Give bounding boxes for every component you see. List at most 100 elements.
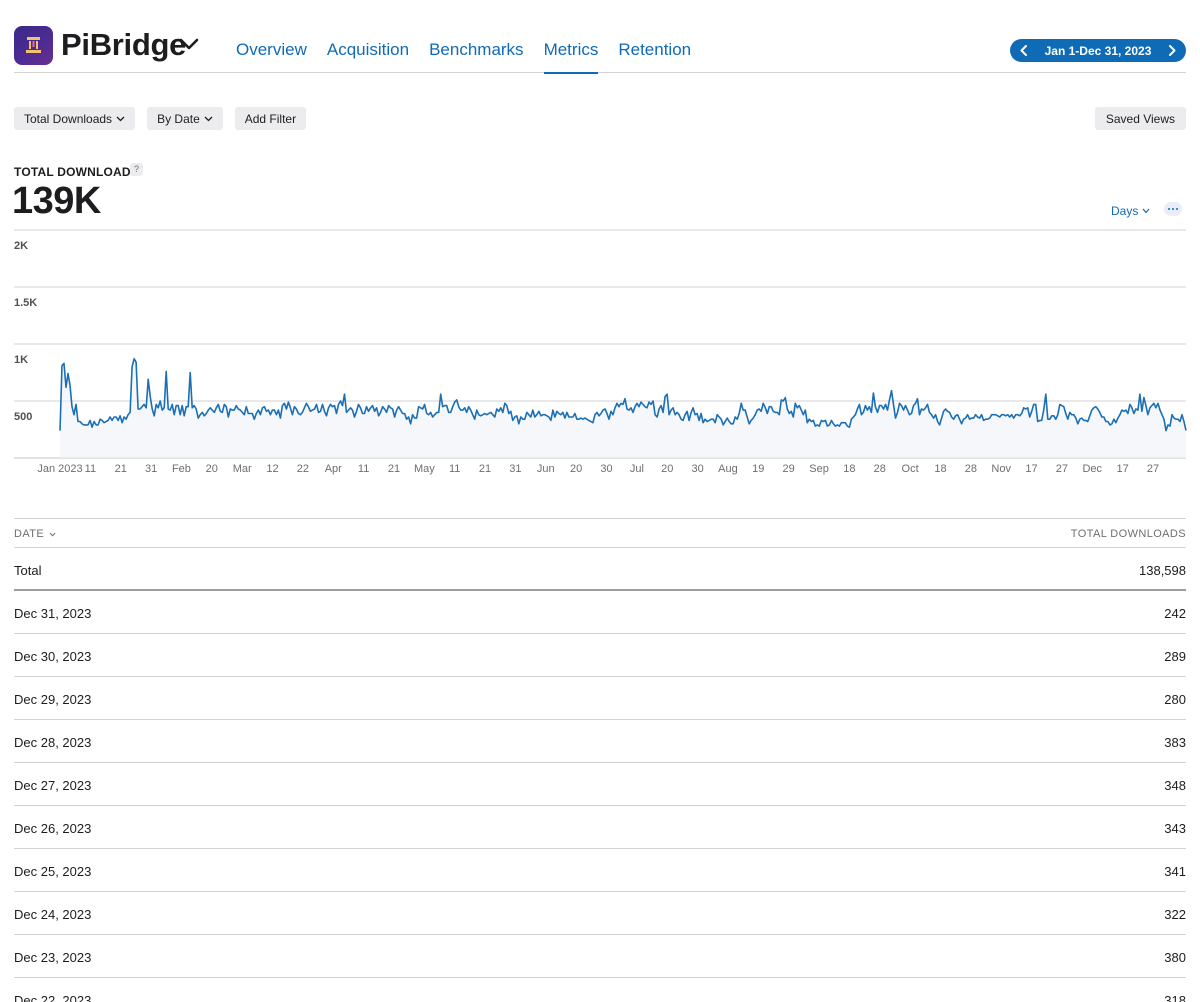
- x-tick-label: Dec: [1082, 463, 1102, 475]
- x-tick-label: 27: [1147, 463, 1159, 475]
- app-icon[interactable]: [14, 26, 53, 65]
- row-date: Dec 28, 2023: [14, 735, 92, 750]
- x-tick-label: Feb: [172, 463, 191, 475]
- x-tick-label: Nov: [991, 463, 1011, 475]
- more-options-button[interactable]: [1164, 202, 1182, 216]
- x-tick-label: 31: [145, 463, 157, 475]
- x-tick-label: 20: [206, 463, 218, 475]
- table-row: Dec 26, 2023 343: [14, 806, 1186, 849]
- date-range-picker: Jan 1-Dec 31, 2023: [1010, 39, 1186, 62]
- x-tick-label: 18: [843, 463, 855, 475]
- downloads-table: DATE TOTAL DOWNLOADS Total 138,598 Dec 3…: [14, 518, 1186, 1002]
- x-tick-label: 17: [1117, 463, 1129, 475]
- row-date: Dec 26, 2023: [14, 821, 92, 836]
- series-area: [60, 358, 1186, 458]
- table-total-row: Total 138,598: [14, 548, 1186, 591]
- downloads-column-header[interactable]: TOTAL DOWNLOADS: [1071, 528, 1186, 540]
- x-tick-label: 20: [570, 463, 582, 475]
- tab-benchmarks[interactable]: Benchmarks: [429, 40, 523, 73]
- x-tick-label: 19: [752, 463, 764, 475]
- y-tick-label: 1.5K: [14, 297, 37, 309]
- x-tick-label: 18: [934, 463, 946, 475]
- x-tick-label: 27: [1056, 463, 1068, 475]
- table-row: Dec 22, 2023 318: [14, 978, 1186, 1002]
- chevron-right-icon[interactable]: [1166, 44, 1178, 57]
- total-label: Total: [14, 563, 42, 578]
- table-row: Dec 30, 2023 289: [14, 634, 1186, 677]
- x-tick-label: 30: [600, 463, 612, 475]
- metric-title: TOTAL DOWNLOADS: [14, 165, 139, 179]
- x-tick-label: 31: [509, 463, 521, 475]
- date-column-label: DATE: [14, 528, 45, 540]
- total-value: 138,598: [1139, 563, 1186, 578]
- tab-retention[interactable]: Retention: [618, 40, 691, 73]
- chevron-down-icon: [116, 116, 125, 121]
- row-date: Dec 30, 2023: [14, 649, 92, 664]
- chevron-down-icon: [204, 116, 213, 121]
- granularity-label: Days: [1111, 204, 1139, 218]
- y-tick-label: 500: [14, 411, 32, 423]
- tab-acquisition[interactable]: Acquisition: [327, 40, 409, 73]
- chevron-down-icon: [1142, 208, 1150, 214]
- x-tick-label: 21: [388, 463, 400, 475]
- x-tick-label: 20: [661, 463, 673, 475]
- table-row: Dec 29, 2023 280: [14, 677, 1186, 720]
- downloads-line-chart: 2K1.5K1K500Jan 2023 11 21 31 Feb 20 Mar 12 22 Apr…: [14, 229, 1187, 475]
- x-tick-label: Jul: [630, 463, 644, 475]
- table-header: DATE TOTAL DOWNLOADS: [14, 518, 1186, 548]
- x-tick-label: 30: [691, 463, 703, 475]
- x-tick-label: Jun: [537, 463, 555, 475]
- row-value: 280: [1164, 692, 1186, 707]
- table-row: Dec 28, 2023 383: [14, 720, 1186, 763]
- x-tick-label: Aug: [718, 463, 738, 475]
- app-header: PiBridge Overview Acquisition Benchmarks…: [14, 0, 1186, 74]
- group-by-dropdown-label: By Date: [157, 111, 200, 126]
- row-date: Dec 27, 2023: [14, 778, 92, 793]
- temple-icon: [26, 37, 41, 53]
- add-filter-button[interactable]: Add Filter: [234, 107, 307, 130]
- x-tick-label: 12: [266, 463, 278, 475]
- sort-chevron-icon: [49, 532, 56, 537]
- tab-metrics[interactable]: Metrics: [543, 40, 598, 74]
- row-value: 322: [1164, 907, 1186, 922]
- row-value: 242: [1164, 606, 1186, 621]
- x-tick-label: 17: [1025, 463, 1037, 475]
- chevron-down-icon[interactable]: [179, 37, 199, 51]
- row-value: 343: [1164, 821, 1186, 836]
- x-tick-label: Mar: [233, 463, 252, 475]
- row-date: Dec 25, 2023: [14, 864, 92, 879]
- x-tick-label: Sep: [809, 463, 829, 475]
- x-tick-label: 28: [874, 463, 886, 475]
- metric-value: 139K: [12, 180, 101, 222]
- help-icon[interactable]: ?: [130, 163, 143, 176]
- y-tick-label: 1K: [14, 354, 28, 366]
- x-tick-label: 22: [297, 463, 309, 475]
- table-row: Dec 24, 2023 322: [14, 892, 1186, 935]
- main-nav: Overview Acquisition Benchmarks Metrics …: [236, 40, 711, 74]
- table-row: Dec 23, 2023 380: [14, 935, 1186, 978]
- measure-dropdown-label: Total Downloads: [24, 111, 113, 126]
- saved-views-button[interactable]: Saved Views: [1094, 107, 1186, 130]
- row-date: Dec 22, 2023: [14, 993, 92, 1002]
- x-tick-label: May: [414, 463, 435, 475]
- granularity-dropdown[interactable]: Days: [1111, 204, 1150, 218]
- x-tick-label: 21: [115, 463, 127, 475]
- table-row: Dec 25, 2023 341: [14, 849, 1186, 892]
- x-tick-label: 11: [449, 463, 460, 475]
- y-tick-label: 2K: [14, 240, 28, 252]
- row-value: 380: [1164, 950, 1186, 965]
- group-by-dropdown[interactable]: By Date: [147, 107, 223, 130]
- date-column-header[interactable]: DATE: [14, 528, 56, 540]
- row-date: Dec 23, 2023: [14, 950, 92, 965]
- x-tick-label: 28: [965, 463, 977, 475]
- date-range-label[interactable]: Jan 1-Dec 31, 2023: [1010, 44, 1186, 58]
- filter-bar: Total Downloads By Date Add Filter: [14, 107, 318, 130]
- tab-overview[interactable]: Overview: [236, 40, 307, 73]
- x-tick-label: 21: [479, 463, 491, 475]
- row-date: Dec 29, 2023: [14, 692, 92, 707]
- app-name[interactable]: PiBridge: [61, 27, 186, 63]
- measure-dropdown[interactable]: Total Downloads: [14, 107, 136, 130]
- x-tick-label: Oct: [902, 463, 919, 475]
- row-value: 289: [1164, 649, 1186, 664]
- row-value: 383: [1164, 735, 1186, 750]
